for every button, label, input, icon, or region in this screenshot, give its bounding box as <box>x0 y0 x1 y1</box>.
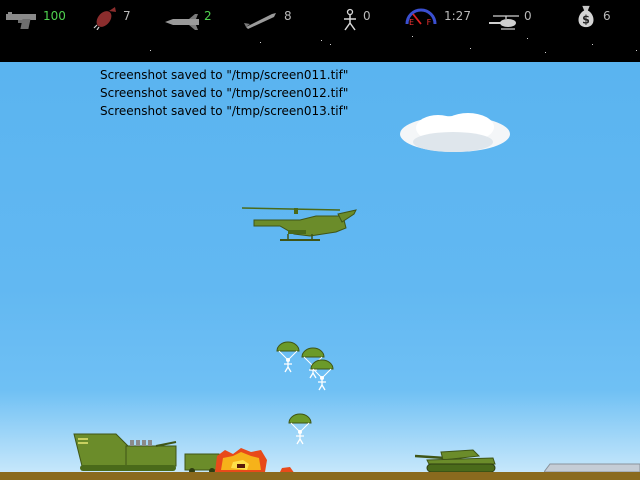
missile-icon <box>165 14 199 30</box>
rocket-launcher-truck <box>73 433 177 471</box>
star <box>321 40 322 41</box>
star <box>527 38 528 39</box>
hud-bar: 100 7 2 8 0 E F 1:27 0 $ 6 <box>0 0 640 62</box>
star <box>545 52 546 53</box>
helicopter-icon <box>489 15 519 30</box>
pistol-icon <box>6 12 36 29</box>
paratrooper <box>310 359 334 391</box>
svg-text:$: $ <box>582 13 590 26</box>
paratrooper <box>288 413 312 445</box>
star <box>470 48 471 49</box>
missiles-value: 2 <box>204 9 212 23</box>
fuel-gauge-letters: E F <box>409 18 437 27</box>
money-bag-icon: $ <box>578 5 594 28</box>
paratrooper <box>276 341 300 373</box>
money-value: 6 <box>603 9 611 23</box>
bomb-icon <box>93 7 116 30</box>
star <box>260 42 261 43</box>
health-value: 100 <box>43 9 66 23</box>
soldier-icon <box>344 8 356 31</box>
star <box>330 44 331 45</box>
soldiers-value: 0 <box>363 9 371 23</box>
game-viewport[interactable] <box>0 62 640 472</box>
cloud <box>400 113 510 152</box>
console-message: Screenshot saved to "/tmp/screen013.tif" <box>100 104 349 118</box>
tank <box>415 449 496 473</box>
star <box>412 36 413 37</box>
rocket-icon <box>244 13 276 29</box>
console-message: Screenshot saved to "/tmp/screen011.tif" <box>100 68 349 82</box>
star <box>636 50 637 51</box>
explosion <box>215 448 267 472</box>
helicopters-value: 0 <box>524 9 532 23</box>
rockets-value: 8 <box>284 9 292 23</box>
ground <box>0 472 640 480</box>
helicopter <box>241 207 357 241</box>
star <box>150 50 151 51</box>
bombs-value: 7 <box>123 9 131 23</box>
time-value: 1:27 <box>444 9 471 23</box>
console-message: Screenshot saved to "/tmp/screen012.tif" <box>100 86 349 100</box>
star <box>592 44 593 45</box>
